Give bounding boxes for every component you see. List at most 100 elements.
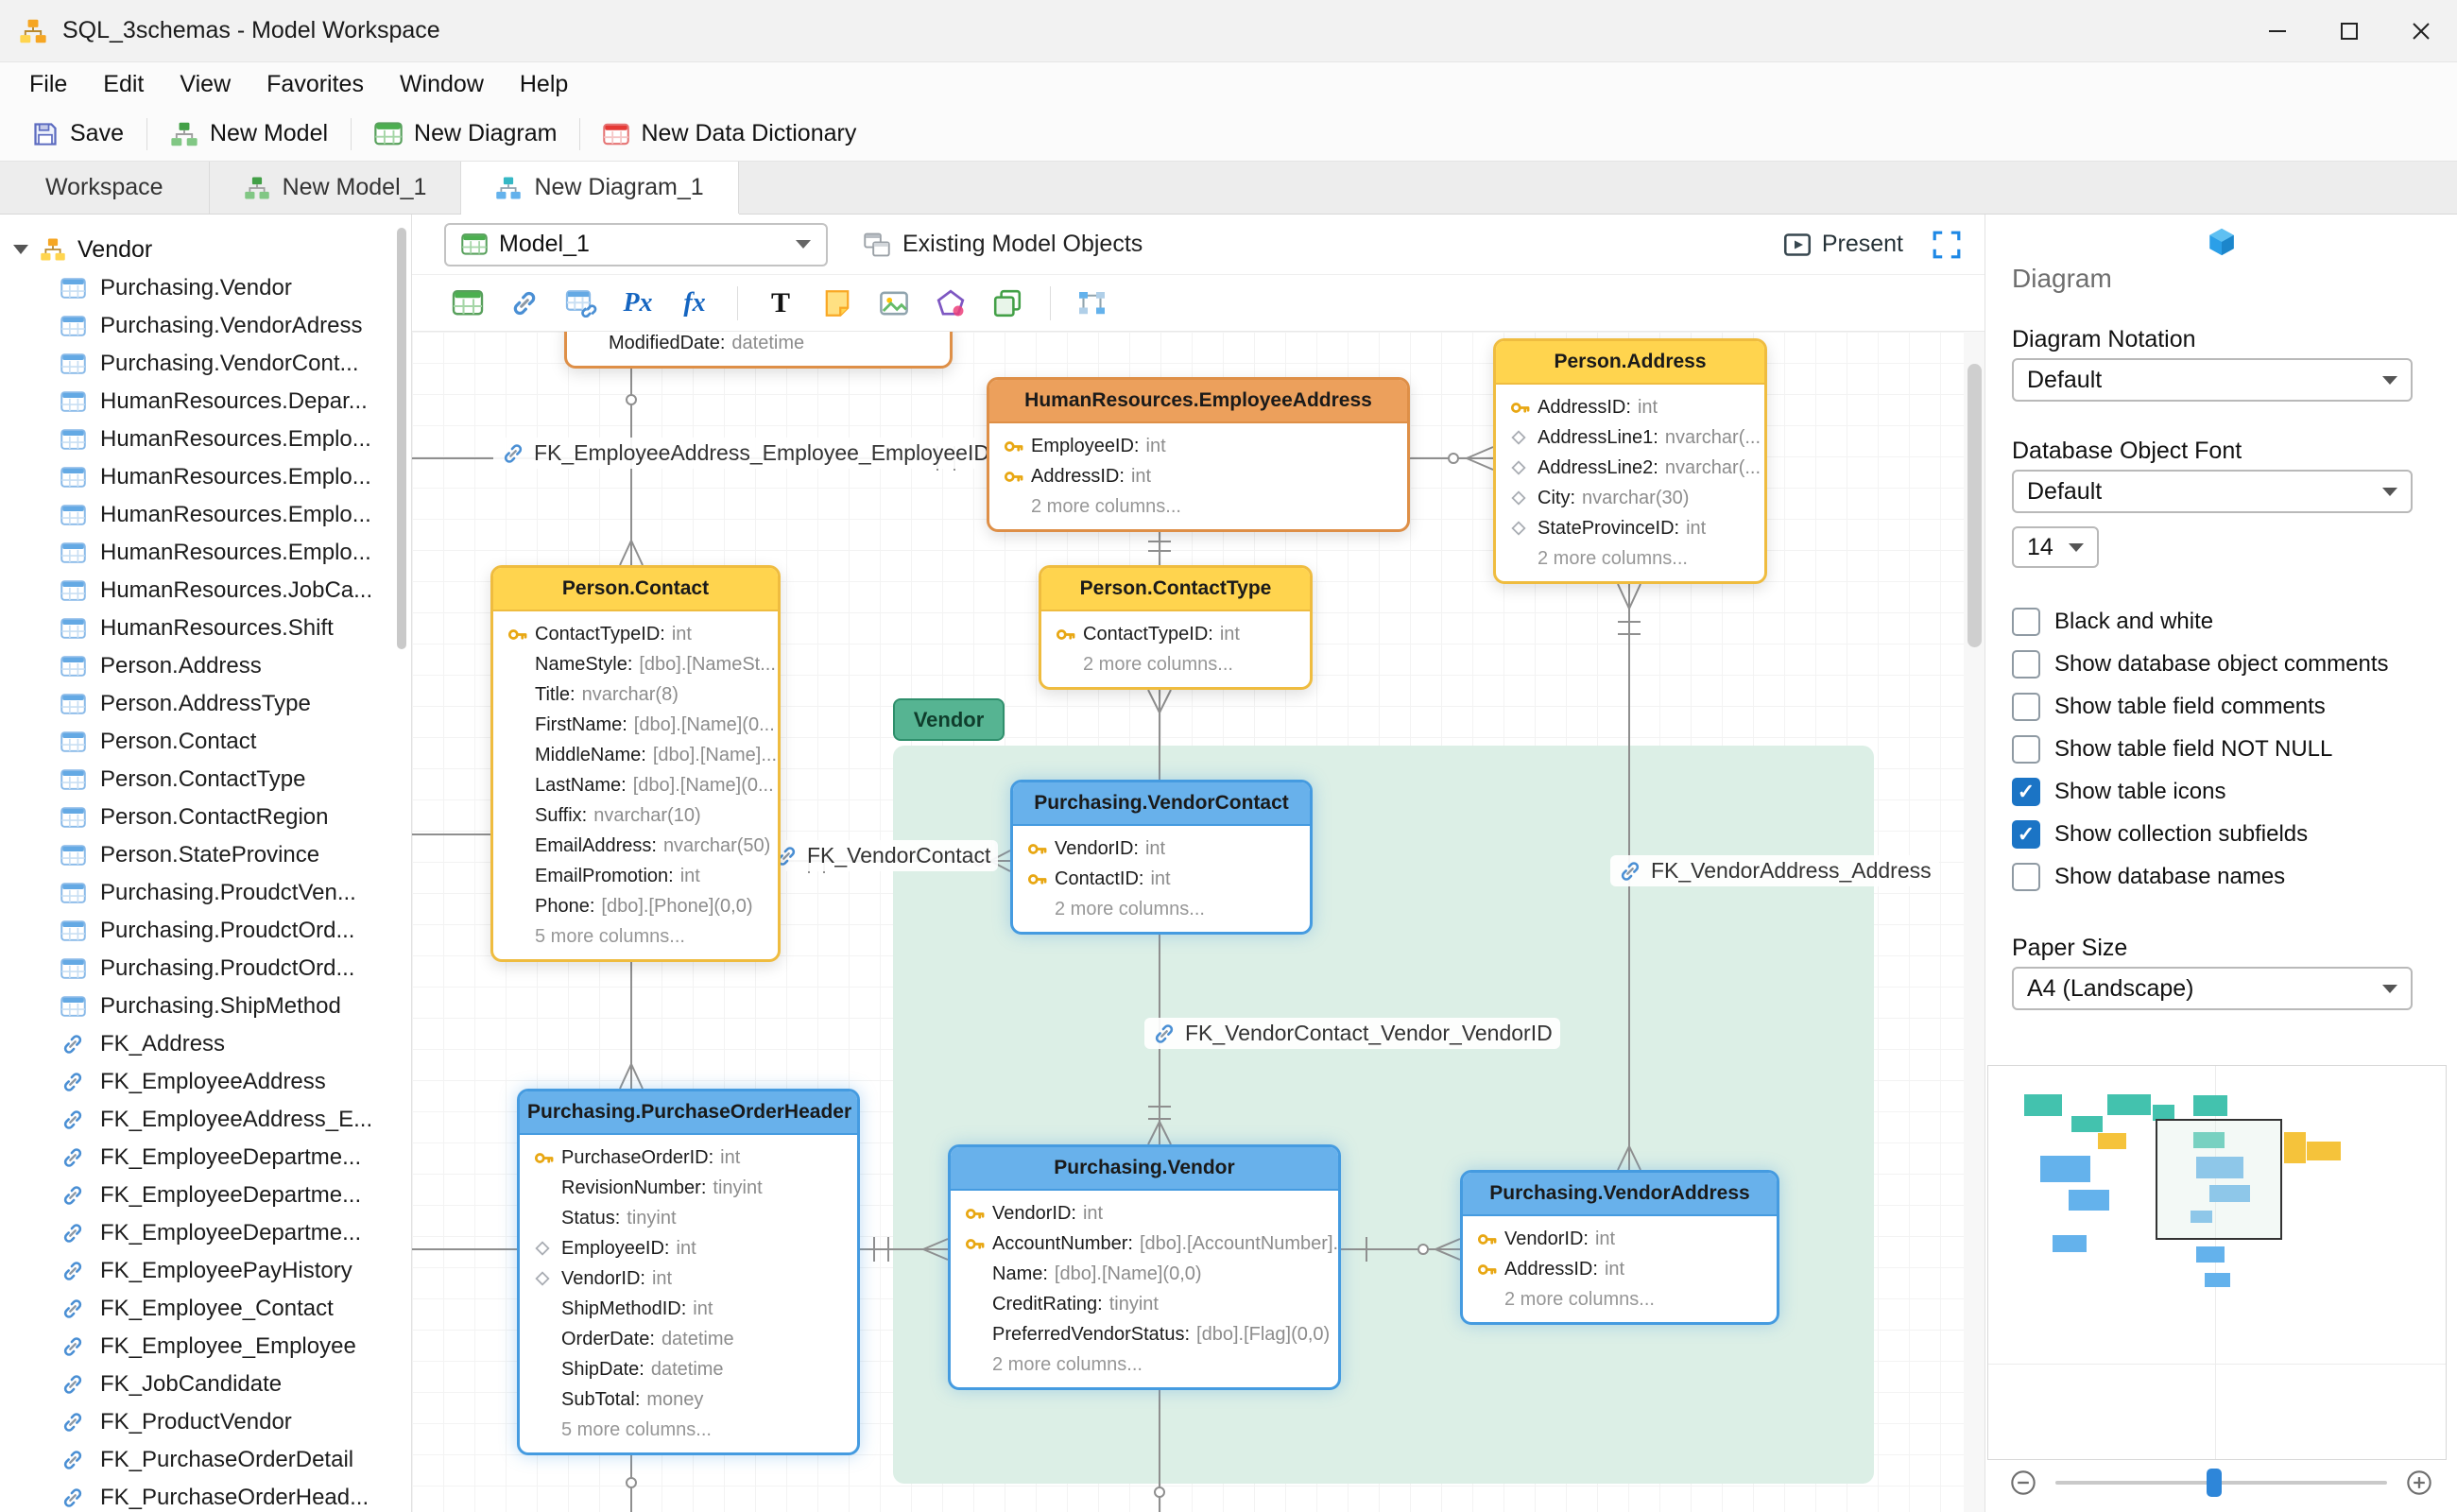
sidebar-item-purchasing-proudctven[interactable]: Purchasing.ProudctVen... [0, 874, 411, 912]
minimize-button[interactable] [2242, 0, 2313, 61]
model-select[interactable]: Model_1 [444, 222, 828, 266]
entity-person-contacttype[interactable]: Person.ContactType ContactTypeID: int 2 mor… [1039, 565, 1313, 690]
checkbox-show-collection-subfields[interactable]: ✓ Show collection subfields [2012, 813, 2438, 855]
sidebar-item-fk-jobcandidate[interactable]: FK_JobCandidate [0, 1366, 411, 1403]
checkbox-box[interactable] [2012, 607, 2040, 636]
more-columns[interactable]: 2 more columns... [1013, 894, 1310, 924]
zoom-out-button[interactable] [2010, 1469, 2036, 1496]
canvas-scrollbar[interactable] [1967, 364, 1982, 647]
sidebar-item-fk-purchaseorderdetail[interactable]: FK_PurchaseOrderDetail [0, 1441, 411, 1479]
sidebar-item-humanresources-shift[interactable]: HumanResources.Shift [0, 610, 411, 647]
sidebar-item-humanresources-emplo[interactable]: HumanResources.Emplo... [0, 534, 411, 572]
checkbox-box[interactable] [2012, 734, 2040, 764]
font-size-select[interactable]: 14 [2012, 526, 2099, 568]
sidebar-item-fk-employeedepartme[interactable]: FK_EmployeeDepartme... [0, 1177, 411, 1214]
sidebar-item-humanresources-emplo[interactable]: HumanResources.Emplo... [0, 421, 411, 458]
present-button[interactable]: Present [1783, 231, 1903, 259]
duplicate-tool-icon[interactable] [991, 284, 1023, 322]
sidebar-item-person-stateprovince[interactable]: Person.StateProvince [0, 836, 411, 874]
checkbox-box[interactable]: ✓ [2012, 777, 2040, 806]
diagram-cube-icon[interactable] [2206, 226, 2238, 263]
checkbox-box[interactable] [2012, 649, 2040, 679]
menu-view[interactable]: View [162, 71, 249, 98]
checkbox-show-database-object-comments[interactable]: Show database object comments [2012, 643, 2438, 685]
sidebar-item-person-contact[interactable]: Person.Contact [0, 723, 411, 761]
sidebar-root-vendor[interactable]: Vendor [0, 230, 411, 269]
menu-favorites[interactable]: Favorites [249, 71, 382, 98]
entity-humanresources-employeeaddress[interactable]: HumanResources.EmployeeAddress EmployeeID… [987, 377, 1410, 532]
close-button[interactable] [2385, 0, 2457, 61]
checkbox-box[interactable] [2012, 862, 2040, 891]
sidebar-item-humanresources-emplo[interactable]: HumanResources.Emplo... [0, 496, 411, 534]
entity-purchasing-vendor[interactable]: Purchasing.Vendor VendorID: int AccountNumb… [948, 1144, 1341, 1390]
sidebar-item-humanresources-emplo[interactable]: HumanResources.Emplo... [0, 458, 411, 496]
function-tool-icon[interactable]: fx [679, 284, 711, 322]
new-model-button[interactable]: New Model [157, 112, 341, 156]
shape-tool-icon[interactable] [935, 284, 967, 322]
checkbox-box[interactable] [2012, 692, 2040, 721]
sidebar-item-fk-employeepayhistory[interactable]: FK_EmployeePayHistory [0, 1252, 411, 1290]
sidebar-item-fk-employeedepartme[interactable]: FK_EmployeeDepartme... [0, 1139, 411, 1177]
checkbox-show-table-icons[interactable]: ✓ Show table icons [2012, 770, 2438, 813]
sidebar-item-humanresources-depar[interactable]: HumanResources.Depar... [0, 383, 411, 421]
sidebar-item-fk-purchaseorderhead[interactable]: FK_PurchaseOrderHead... [0, 1479, 411, 1512]
sidebar-item-purchasing-vendor[interactable]: Purchasing.Vendor [0, 269, 411, 307]
more-columns[interactable]: 2 more columns... [1496, 543, 1764, 574]
existing-model-objects-button[interactable]: Existing Model Objects [864, 231, 1143, 258]
more-columns[interactable]: 5 more columns... [493, 921, 778, 952]
checkbox-show-database-names[interactable]: Show database names [2012, 855, 2438, 898]
fullscreen-icon[interactable] [1932, 230, 1962, 260]
menu-file[interactable]: File [11, 71, 85, 98]
text-tool-icon[interactable]: T [765, 284, 797, 322]
new-data-dictionary-button[interactable]: New Data Dictionary [590, 112, 869, 156]
menu-edit[interactable]: Edit [85, 71, 162, 98]
auto-layout-icon[interactable] [1077, 284, 1109, 322]
database-object-font-select[interactable]: Default [2012, 470, 2413, 513]
sidebar-scrollbar[interactable] [397, 228, 406, 649]
sidebar-item-fk-employee-contact[interactable]: FK_Employee_Contact [0, 1290, 411, 1328]
relationship-label-fk-vendorcontact-vendor-vendorid[interactable]: FK_VendorContact_Vendor_VendorID [1144, 1018, 1560, 1049]
more-columns[interactable]: 2 more columns... [989, 491, 1407, 522]
more-columns[interactable]: 2 more columns... [1041, 649, 1310, 679]
entity-purchasing-vendorcontact[interactable]: Purchasing.VendorContact VendorID: int Cont… [1010, 780, 1313, 935]
sidebar-item-fk-employeeaddress[interactable]: FK_EmployeeAddress [0, 1063, 411, 1101]
minimap-viewport[interactable] [2156, 1119, 2282, 1240]
maximize-button[interactable] [2313, 0, 2385, 61]
diagram-canvas[interactable]: FK_EmployeeAddress_Employee_EmployeeID FK… [412, 332, 1984, 1512]
checkbox-show-table-field-comments[interactable]: Show table field comments [2012, 685, 2438, 728]
sidebar-item-purchasing-proudctord[interactable]: Purchasing.ProudctOrd... [0, 950, 411, 988]
px-tool-icon[interactable]: Px [622, 284, 654, 322]
new-diagram-button[interactable]: New Diagram [361, 112, 570, 156]
tab-workspace[interactable]: Workspace [0, 162, 210, 214]
entity-purchasing-purchaseorderheader[interactable]: Purchasing.PurchaseOrderHeader PurchaseOr… [517, 1089, 860, 1455]
save-button[interactable]: Save [19, 112, 137, 156]
checkbox-black-and-white[interactable]: Black and white [2012, 600, 2438, 643]
diagram-notation-select[interactable]: Default [2012, 358, 2413, 402]
sidebar-item-purchasing-proudctord[interactable]: Purchasing.ProudctOrd... [0, 912, 411, 950]
more-columns[interactable]: 2 more columns... [1463, 1284, 1777, 1314]
sidebar-item-fk-employeeaddress-e[interactable]: FK_EmployeeAddress_E... [0, 1101, 411, 1139]
relationship-label-fk-vendorcontact[interactable]: FK_VendorContact [766, 840, 999, 871]
more-columns[interactable]: 5 more columns... [520, 1415, 857, 1445]
entity-person-address[interactable]: Person.Address AddressID: int AddressLine1:… [1493, 338, 1767, 584]
sidebar-item-fk-employee-employee[interactable]: FK_Employee_Employee [0, 1328, 411, 1366]
sidebar-item-fk-address[interactable]: FK_Address [0, 1025, 411, 1063]
tab-new-model-1[interactable]: New Model_1 [210, 162, 462, 214]
vendor-badge[interactable]: Vendor [893, 698, 1005, 741]
add-table-icon[interactable] [452, 284, 484, 322]
image-tool-icon[interactable] [878, 284, 910, 322]
add-related-table-icon[interactable] [565, 284, 597, 322]
add-relationship-icon[interactable] [508, 284, 541, 322]
sidebar-item-person-contacttype[interactable]: Person.ContactType [0, 761, 411, 799]
sidebar-item-purchasing-vendoradress[interactable]: Purchasing.VendorAdress [0, 307, 411, 345]
menu-help[interactable]: Help [502, 71, 586, 98]
more-columns[interactable]: 2 more columns... [951, 1349, 1338, 1380]
checkbox-box[interactable]: ✓ [2012, 819, 2040, 849]
sidebar-item-fk-employeedepartme[interactable]: FK_EmployeeDepartme... [0, 1214, 411, 1252]
sidebar-item-fk-productvendor[interactable]: FK_ProductVendor [0, 1403, 411, 1441]
sidebar-item-person-address[interactable]: Person.Address [0, 647, 411, 685]
menu-window[interactable]: Window [382, 71, 502, 98]
zoom-slider[interactable] [2055, 1469, 2387, 1497]
sidebar-item-purchasing-vendorcont[interactable]: Purchasing.VendorCont... [0, 345, 411, 383]
entity-employee-fragment[interactable]: ModifiedDate: datetime [564, 332, 953, 369]
